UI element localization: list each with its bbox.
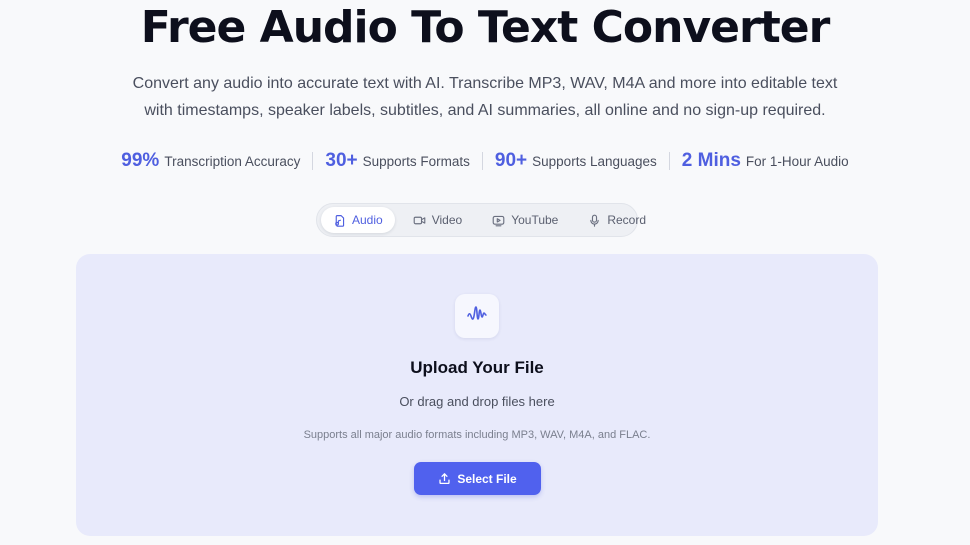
upload-support-text: Supports all major audio formats includi… [303, 429, 651, 441]
subtitle-line-2: with timestamps, speaker labels, subtitl… [144, 102, 826, 119]
select-file-button[interactable]: Select File [414, 462, 541, 495]
select-file-label: Select File [457, 471, 517, 486]
stat-value: 90+ [494, 150, 528, 171]
stat-value: 2 Mins [681, 150, 741, 171]
stat-accuracy: 99% Transcription Accuracy [109, 150, 312, 172]
tab-youtube[interactable]: YouTube [480, 207, 570, 233]
source-tabs: Audio Video YouTube Record [316, 203, 646, 237]
video-camera-icon [413, 216, 426, 224]
tab-audio[interactable]: Audio [321, 207, 395, 233]
upload-icon [439, 473, 450, 485]
stat-value: 99% [121, 150, 160, 171]
stat-label: Transcription Accuracy [164, 154, 301, 169]
youtube-icon [492, 215, 505, 226]
stat-languages: 90+ Supports Languages [483, 150, 669, 172]
upload-subtitle: Or drag and drop files here [399, 394, 555, 409]
stat-value: 30+ [325, 150, 358, 171]
upload-title: Upload Your File [410, 358, 544, 377]
tab-label: YouTube [511, 213, 559, 227]
stat-speed: 2 Mins For 1-Hour Audio [670, 150, 861, 172]
tab-label: Audio [352, 213, 383, 227]
audio-file-icon [335, 214, 345, 227]
page: Free Audio To Text Converter Convert any… [0, 0, 970, 545]
tab-label: Record [607, 213, 647, 227]
tab-record[interactable]: Record [576, 207, 658, 233]
stat-label: Supports Languages [532, 154, 657, 169]
subtitle-line-1: Convert any audio into accurate text wit… [132, 75, 838, 92]
microphone-icon [590, 214, 600, 227]
upload-icon-box [455, 294, 499, 338]
tab-video[interactable]: Video [401, 207, 474, 233]
stat-label: For 1-Hour Audio [745, 154, 849, 169]
tab-label: Video [431, 213, 463, 227]
stat-label: Supports Formats [362, 154, 470, 169]
sound-wave-icon [467, 306, 487, 320]
page-title: Free Audio To Text Converter [140, 2, 831, 53]
stats-bar: 99% Transcription Accuracy 30+ Supports … [0, 150, 970, 172]
upload-dropzone[interactable]: Upload Your File Or drag and drop files … [76, 254, 878, 536]
page-subtitle: Convert any audio into accurate text wit… [120, 70, 850, 124]
stat-formats: 30+ Supports Formats [313, 150, 482, 172]
